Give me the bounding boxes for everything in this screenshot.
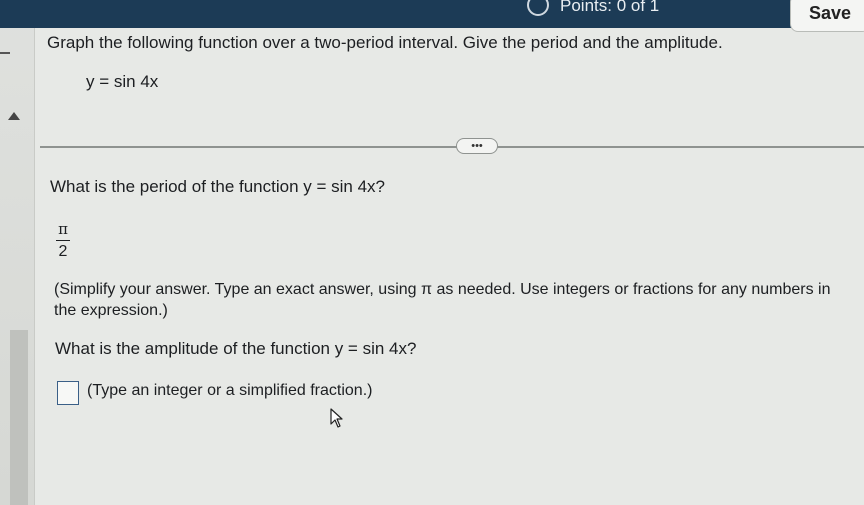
question-instruction: Graph the following function over a two-… bbox=[47, 33, 723, 52]
fraction-bar bbox=[56, 240, 70, 241]
points-circle-icon bbox=[527, 0, 549, 16]
period-answer: π 2 bbox=[55, 220, 71, 261]
period-answer-numerator: π bbox=[58, 220, 68, 238]
function-equation: y = sin 4x bbox=[86, 72, 159, 91]
divider bbox=[40, 146, 864, 148]
collapse-arrow-icon[interactable] bbox=[8, 112, 20, 120]
amplitude-hint: (Type an integer or a simplified fractio… bbox=[87, 382, 373, 399]
amplitude-answer-input[interactable] bbox=[57, 381, 79, 405]
amplitude-question: What is the amplitude of the function y … bbox=[55, 339, 417, 358]
period-answer-denominator: 2 bbox=[58, 243, 68, 260]
header-bar: Points: 0 of 1 bbox=[0, 0, 864, 28]
sidebar-scrollbar[interactable] bbox=[10, 330, 28, 505]
expand-more-button[interactable]: ••• bbox=[456, 138, 498, 154]
cursor-icon bbox=[330, 408, 343, 428]
period-hint: (Simplify your answer. Type an exact ans… bbox=[54, 281, 831, 319]
left-sidebar bbox=[0, 0, 35, 505]
period-question: What is the period of the function y = s… bbox=[50, 177, 385, 196]
page: Points: 0 of 1 Save Graph the following … bbox=[0, 0, 864, 505]
dash-icon bbox=[0, 52, 10, 54]
points-text: Points: 0 of 1 bbox=[560, 0, 660, 15]
save-button[interactable]: Save bbox=[790, 0, 864, 32]
